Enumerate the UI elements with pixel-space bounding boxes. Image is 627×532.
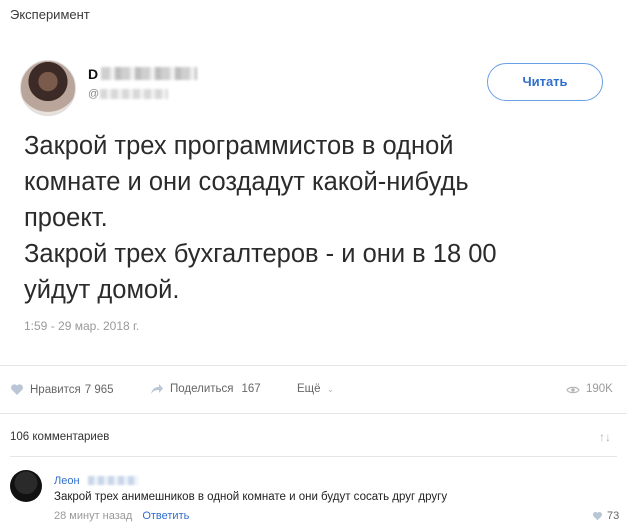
share-button[interactable]: Поделиться 167 (150, 383, 261, 395)
comment-time[interactable]: 28 минут назад (54, 510, 132, 522)
follow-button[interactable]: Читать (487, 63, 603, 101)
tweet-line: Закрой трех бухгалтеров - и они в 18 00 (24, 240, 497, 268)
author-handle: @ (88, 88, 100, 100)
like-label: Нравится (30, 384, 81, 396)
tweet-line: комнате и они создадут какой-нибудь (24, 168, 469, 196)
share-icon (151, 384, 163, 394)
sort-icon[interactable]: ↑↓ (599, 430, 611, 444)
divider (0, 365, 627, 366)
comment-like-count: 73 (607, 510, 620, 522)
author-avatar[interactable] (20, 60, 76, 116)
share-label: Поделиться (170, 383, 234, 395)
divider (10, 456, 617, 457)
author-name-blurred (101, 67, 197, 80)
like-button[interactable]: Нравится 7 965 (10, 383, 114, 396)
more-button[interactable]: Ещё ⌄ (297, 383, 334, 395)
share-count: 167 (241, 383, 261, 395)
eye-icon (566, 386, 580, 394)
tweet-line: Закрой трех программистов в одной (24, 132, 454, 160)
comment-text: Закрой трех анимешников в одной комнате … (54, 491, 448, 503)
reply-button[interactable]: Ответить (142, 510, 189, 522)
author-handle-blurred (100, 89, 168, 99)
tweet-line: проект. (24, 204, 108, 232)
chevron-down-icon: ⌄ (326, 384, 335, 394)
more-label: Ещё (297, 383, 321, 395)
author-name[interactable]: D (88, 66, 98, 82)
post-title: Эксперимент (10, 7, 90, 22)
heart-icon (11, 384, 23, 395)
views-counter: 190K (566, 383, 613, 395)
comment-like-button[interactable]: 73 (592, 510, 619, 522)
like-count: 7 965 (84, 384, 114, 396)
comment-author[interactable]: Леон (54, 475, 80, 487)
heart-icon (592, 512, 603, 521)
divider (0, 413, 627, 414)
comment-author-blurred (88, 476, 138, 485)
comment-avatar[interactable] (10, 470, 42, 502)
tweet-timestamp: 1:59 - 29 мар. 2018 г. (24, 319, 140, 333)
tweet-text: Закрой трех программистов в одной комнат… (24, 128, 614, 308)
tweet-line: уйдут домой. (24, 276, 180, 304)
comment-meta: 28 минут назад Ответить (54, 510, 189, 522)
views-count: 190K (586, 383, 613, 395)
comments-header: 106 комментариев (10, 431, 110, 443)
